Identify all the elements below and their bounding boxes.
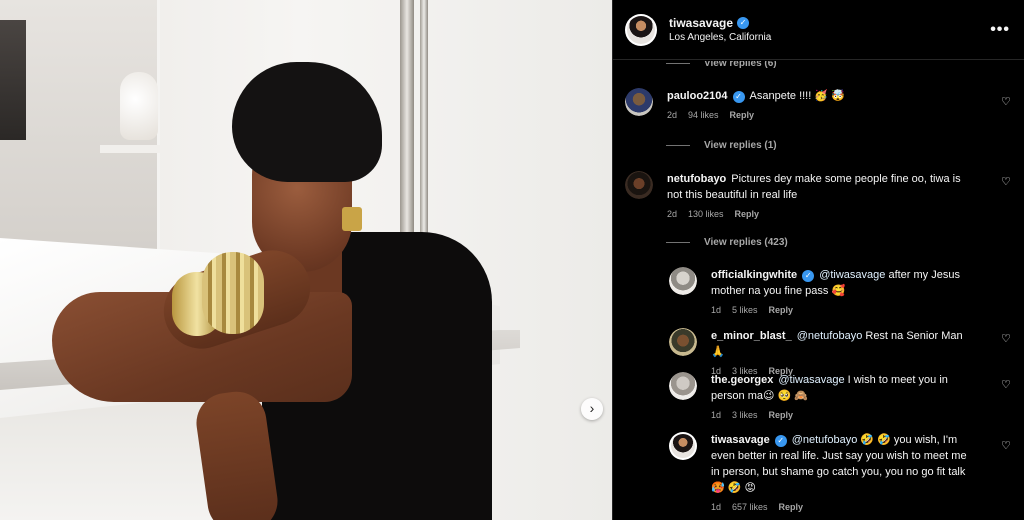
replies-divider (666, 63, 690, 64)
avatar[interactable] (669, 372, 697, 400)
photo-oven (0, 20, 26, 140)
comment-time[interactable]: 1d (711, 410, 721, 420)
like-heart-icon[interactable]: ♡ (1001, 380, 1011, 391)
comment-likes[interactable]: 3 likes (732, 410, 758, 420)
comment-item: pauloo2104 ✓ Asanpete !!!! 🥳 🤯 2d 94 likes… (625, 88, 967, 120)
view-replies-label: View replies (423) (704, 237, 788, 248)
photo-subject (52, 62, 492, 520)
comment-body: pauloo2104 ✓ Asanpete !!!! 🥳 🤯 2d 94 likes… (667, 88, 967, 120)
comment-mention[interactable]: @netufobayo (797, 330, 863, 342)
comment-time[interactable]: 1d (711, 305, 721, 315)
comment-item: netufobayo Pictures dey make some people … (625, 171, 967, 219)
like-heart-icon[interactable]: ♡ (1001, 97, 1011, 108)
reply-button[interactable]: Reply (735, 209, 760, 219)
comment-body: e_minor_blast_ @netufobayo Rest na Senior… (711, 328, 967, 376)
comment-body: tiwasavage ✓ @netufobayo 🤣 🤣 you wish, I'm… (711, 432, 967, 512)
comment-mention[interactable]: @tiwasavage (819, 269, 885, 281)
reply-button[interactable]: Reply (769, 410, 794, 420)
verified-badge-icon: ✓ (737, 17, 750, 29)
subject-hair (232, 62, 382, 182)
view-replies-label: View replies (6) (704, 61, 777, 69)
comment-meta: 2d 130 likes Reply (667, 209, 967, 219)
like-heart-icon[interactable]: ♡ (1001, 177, 1011, 188)
comment-text-line: e_minor_blast_ @netufobayo Rest na Senior… (711, 328, 967, 360)
avatar[interactable] (625, 171, 653, 199)
comment-meta: 1d 5 likes Reply (711, 305, 967, 315)
comment-username[interactable]: pauloo2104 (667, 90, 728, 102)
comment-likes[interactable]: 94 likes (688, 110, 719, 120)
comment-time[interactable]: 1d (711, 502, 721, 512)
avatar[interactable] (625, 88, 653, 116)
comments-list[interactable]: View replies (6) pauloo2104 ✓ Asanpete !!!… (613, 61, 1024, 520)
replies-divider (666, 145, 690, 146)
comment-text-line: officialkingwhite ✓ @tiwasavage after my J… (711, 267, 967, 299)
header-user: tiwasavage ✓ (669, 16, 990, 30)
post-viewer: › tiwasavage ✓ Los Angeles, California •… (0, 0, 1024, 520)
comment-body: netufobayo Pictures dey make some people … (667, 171, 967, 219)
avatar[interactable] (669, 328, 697, 356)
carousel-next-button[interactable]: › (581, 398, 603, 420)
comment-username[interactable]: netufobayo (667, 173, 726, 185)
comments-panel: tiwasavage ✓ Los Angeles, California •••… (612, 0, 1024, 520)
comment-likes[interactable]: 5 likes (732, 305, 758, 315)
post-photo[interactable]: › (0, 0, 612, 520)
reply-item: tiwasavage ✓ @netufobayo 🤣 🤣 you wish, I'm… (669, 432, 967, 512)
comment-time[interactable]: 2d (667, 110, 677, 120)
more-options-icon[interactable]: ••• (990, 21, 1010, 39)
avatar[interactable] (669, 432, 697, 460)
comment-text: Asanpete !!!! 🥳 🤯 (749, 90, 845, 102)
comment-meta: 1d 3 likes Reply (711, 410, 967, 420)
view-replies-button[interactable]: View replies (423) (666, 237, 788, 248)
reply-button[interactable]: Reply (769, 305, 794, 315)
comment-username[interactable]: e_minor_blast_ (711, 330, 792, 342)
reply-button[interactable]: Reply (779, 502, 804, 512)
verified-badge-icon: ✓ (802, 270, 815, 282)
view-replies-button[interactable]: View replies (6) (666, 61, 777, 69)
comment-username[interactable]: officialkingwhite (711, 269, 797, 281)
subject-earring (342, 207, 362, 231)
comment-text-line: the.georgex @tiwasavage I wish to meet yo… (711, 372, 967, 404)
header-username[interactable]: tiwasavage (669, 16, 733, 30)
reply-item: e_minor_blast_ @netufobayo Rest na Senior… (669, 328, 967, 376)
comment-meta: 1d 657 likes Reply (711, 502, 967, 512)
comment-body: officialkingwhite ✓ @tiwasavage after my J… (711, 267, 967, 315)
view-replies-button[interactable]: View replies (1) (666, 140, 777, 151)
avatar[interactable] (669, 267, 697, 295)
reply-button[interactable]: Reply (730, 110, 755, 120)
like-heart-icon[interactable]: ♡ (1001, 334, 1011, 345)
subject-bangle (202, 252, 264, 334)
header-location[interactable]: Los Angeles, California (669, 32, 990, 43)
comment-text-line: netufobayo Pictures dey make some people … (667, 171, 967, 203)
verified-badge-icon: ✓ (774, 435, 787, 447)
verified-badge-icon: ✓ (732, 91, 745, 103)
comment-username[interactable]: tiwasavage (711, 434, 770, 446)
comment-body: the.georgex @tiwasavage I wish to meet yo… (711, 372, 967, 420)
comment-text-line: pauloo2104 ✓ Asanpete !!!! 🥳 🤯 (667, 88, 967, 104)
comment-username[interactable]: the.georgex (711, 374, 773, 386)
view-replies-label: View replies (1) (704, 140, 777, 151)
avatar[interactable] (625, 13, 657, 46)
replies-divider (666, 242, 690, 243)
comment-likes[interactable]: 657 likes (732, 502, 768, 512)
header-text: tiwasavage ✓ Los Angeles, California (669, 16, 990, 43)
reply-item: officialkingwhite ✓ @tiwasavage after my J… (669, 267, 967, 315)
comment-meta: 2d 94 likes Reply (667, 110, 967, 120)
comment-likes[interactable]: 130 likes (688, 209, 724, 219)
comment-time[interactable]: 2d (667, 209, 677, 219)
like-heart-icon[interactable]: ♡ (1001, 441, 1011, 452)
post-header: tiwasavage ✓ Los Angeles, California ••• (613, 0, 1024, 60)
comment-text-line: tiwasavage ✓ @netufobayo 🤣 🤣 you wish, I'm… (711, 432, 967, 496)
comment-mention[interactable]: @netufobayo (792, 434, 858, 446)
comment-mention[interactable]: @tiwasavage (778, 374, 844, 386)
reply-item: the.georgex @tiwasavage I wish to meet yo… (669, 372, 967, 420)
